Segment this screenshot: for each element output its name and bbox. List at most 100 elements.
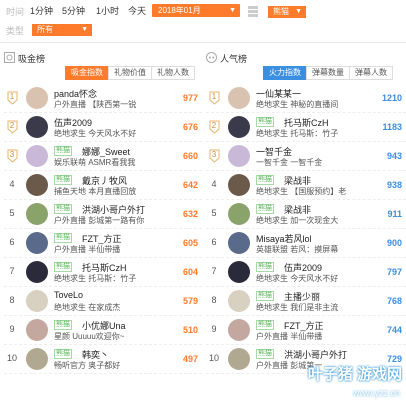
rank-row[interactable]: 9 熊猫 FZT_方正 户外直播 半仙带播 744 [206, 316, 406, 345]
stream-description: 娱乐联萌 ASMR看我我 [54, 158, 136, 167]
rank-row[interactable]: 4 熊猫 梁战非 绝地求生 【国服预约】老 938 [206, 171, 406, 200]
popularity-rank-header: 人气榜 [206, 50, 406, 66]
rank-value: 1210 [381, 93, 402, 103]
rank-number: 1 [211, 92, 217, 101]
avatar[interactable] [228, 319, 250, 341]
rank-row[interactable]: 2 伍声2009 绝地求生 今天风水不好 676 [4, 113, 202, 142]
rank-value: 744 [386, 325, 402, 335]
avatar[interactable] [228, 174, 250, 196]
rank-value: 768 [386, 296, 402, 306]
platform-tag: 熊猫 [54, 320, 72, 330]
platform-tag: 熊猫 [54, 262, 72, 272]
avatar[interactable] [26, 87, 48, 109]
platform-tag: 熊猫 [54, 146, 72, 156]
platform-select[interactable]: 熊猫 ▼ [268, 6, 306, 18]
rank-row[interactable]: 1 panda怀念 户外直播 【陕西第一锐 977 [4, 84, 202, 113]
avatar[interactable] [26, 145, 48, 167]
category-select[interactable]: 所有 ▼ [32, 24, 92, 36]
rank-number: 5 [211, 208, 217, 218]
avatar[interactable] [26, 261, 48, 283]
streamer-name[interactable]: ToveLo [54, 290, 83, 300]
avatar[interactable] [228, 232, 250, 254]
avatar[interactable] [228, 87, 250, 109]
rank-row[interactable]: 8 熊猫 主播少丽 绝地求生 我们是非主流 768 [206, 287, 406, 316]
rank-row[interactable]: 4 熊猫 戴京丿牧风 捕鱼天地 本月直播回放 642 [4, 171, 202, 200]
stream-description: 绝地求生 今天风水不好 [54, 129, 137, 138]
rank-row[interactable]: 3 熊猫 娜娜_Sweet 娱乐联萌 ASMR看我我 660 [4, 142, 202, 171]
rank-row[interactable]: 5 熊猫 梁战非 绝地求生 加一次现金大 911 [206, 200, 406, 229]
rank-number: 3 [211, 150, 217, 159]
tab-danmu-count[interactable]: 弹幕数量 [306, 66, 350, 80]
stream-description: 绝地求生 托马斯：竹子 [54, 274, 137, 283]
time-option-1hour[interactable]: 1小时 [94, 4, 121, 18]
popularity-rank-panel: 人气榜 火力指数 弹幕数量 弹幕人数 1 一仙某某一 绝地求生 神秘的直播间 1210… [206, 50, 406, 374]
avatar[interactable] [228, 261, 250, 283]
avatar[interactable] [228, 290, 250, 312]
stream-description: 星颜 Uuuuu欢迎你~ [54, 332, 125, 341]
filter-divider [0, 42, 406, 43]
stream-description: 户外直播 半仙带播 [54, 245, 121, 254]
avatar[interactable] [228, 145, 250, 167]
tab-fire-index[interactable]: 火力指数 [263, 66, 307, 80]
month-select[interactable]: 2018年01月 ▼ [152, 4, 240, 17]
avatar[interactable] [228, 116, 250, 138]
rank-value: 510 [182, 325, 198, 335]
rank-number: 7 [9, 266, 15, 276]
gold-rank-list: 1 panda怀念 户外直播 【陕西第一锐 977 2 伍声2009 绝地求生 今天风水不好… [4, 84, 202, 374]
time-option-1min[interactable]: 1分钟 [28, 4, 55, 18]
rank-number: 5 [9, 208, 15, 218]
rank-row[interactable]: 8 ToveLo 绝地求生 在家成杰 579 [4, 287, 202, 316]
time-option-5min[interactable]: 5分钟 [60, 4, 87, 18]
rank-value: 642 [182, 180, 198, 190]
rank-number: 8 [211, 295, 217, 305]
gold-rank-panel: 吸金榜 吸金指数 礼物价值 礼物人数 1 panda怀念 户外直播 【陕西第一锐 97… [4, 50, 202, 374]
popularity-rank-tabs: 火力指数 弹幕数量 弹幕人数 [263, 66, 393, 80]
rank-number: 9 [9, 324, 15, 334]
time-filter-label: 时间 [6, 7, 25, 17]
tab-danmu-users[interactable]: 弹幕人数 [349, 66, 393, 80]
gold-rank-header: 吸金榜 [4, 50, 202, 66]
rank-value: 676 [182, 122, 198, 132]
platform-select-value: 熊猫 [273, 7, 289, 16]
time-option-today[interactable]: 今天 [126, 4, 148, 18]
platform-tag: 熊猫 [54, 349, 72, 359]
rank-number: 7 [211, 266, 217, 276]
rank-row[interactable]: 10 熊猫 韩奕丶 畅听官方 奥子都好 497 [4, 345, 202, 374]
avatar[interactable] [26, 348, 48, 370]
coin-icon [4, 52, 15, 63]
avatar[interactable] [26, 203, 48, 225]
avatar[interactable] [228, 203, 250, 225]
avatar[interactable] [26, 319, 48, 341]
rank-value: 911 [387, 209, 402, 219]
rank-row[interactable]: 6 Misaya若风lol 英雄联盟 若风：摸屏幕 900 [206, 229, 406, 258]
rank-row[interactable]: 9 熊猫 小优娜Una 星颜 Uuuuu欢迎你~ 510 [4, 316, 202, 345]
rank-number: 2 [9, 121, 15, 130]
watermark-url: www.yzz.cn [352, 388, 400, 398]
rank-row[interactable]: 2 熊猫 托马斯CzH 绝地求生 托马斯：竹子 1183 [206, 113, 406, 142]
rank-row[interactable]: 6 熊猫 FZT_方正 户外直播 半仙带播 605 [4, 229, 202, 258]
platform-tag: 熊猫 [54, 233, 72, 243]
avatar[interactable] [26, 116, 48, 138]
platform-tag: 熊猫 [256, 320, 274, 330]
chevron-down-icon: ▼ [295, 8, 302, 15]
avatar[interactable] [26, 290, 48, 312]
rank-row[interactable]: 7 熊猫 伍声2009 绝地求生 今天风水不好 797 [206, 258, 406, 287]
rank-row[interactable]: 1 一仙某某一 绝地求生 神秘的直播间 1210 [206, 84, 406, 113]
platform-tag: 熊猫 [256, 291, 274, 301]
rank-value: 605 [182, 238, 198, 248]
platform-tag: 熊猫 [256, 204, 274, 214]
avatar[interactable] [26, 232, 48, 254]
avatar[interactable] [26, 174, 48, 196]
rank-value: 943 [386, 151, 402, 161]
tab-gift-value[interactable]: 礼物价值 [108, 66, 152, 80]
rank-row[interactable]: 5 熊猫 洪湖小哥户外打 户外直播 彭城第一路有你 632 [4, 200, 202, 229]
tab-gold-index[interactable]: 吸金指数 [65, 66, 109, 80]
popularity-rank-list: 1 一仙某某一 绝地求生 神秘的直播间 1210 2 熊猫 托马斯CzH 绝地求生 托马斯：竹… [206, 84, 406, 374]
tab-gift-users[interactable]: 礼物人数 [151, 66, 195, 80]
month-select-value: 2018年01月 [158, 6, 201, 15]
chevron-down-icon: ▼ [81, 26, 88, 33]
rank-row[interactable]: 3 一智千金 一智千金 一智千金 943 [206, 142, 406, 171]
category-filter-label: 类型 [6, 26, 25, 36]
avatar[interactable] [228, 348, 250, 370]
rank-row[interactable]: 7 熊猫 托马斯CzH 绝地求生 托马斯：竹子 604 [4, 258, 202, 287]
